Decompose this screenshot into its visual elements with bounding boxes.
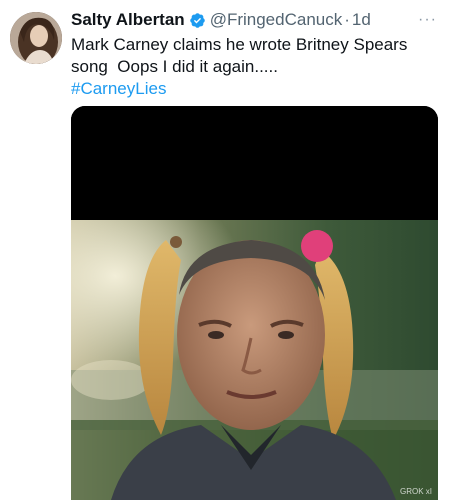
tweet-media[interactable]: GROK xI xyxy=(71,106,438,500)
author-name[interactable]: Salty Albertan xyxy=(71,10,185,30)
hashtag-link[interactable]: #CarneyLies xyxy=(71,78,436,100)
author-avatar[interactable] xyxy=(10,12,62,64)
media-letterbox xyxy=(71,106,438,220)
more-options-icon[interactable]: ··· xyxy=(418,10,437,30)
media-photo[interactable]: GROK xI xyxy=(71,220,438,500)
tweet-text: Mark Carney claims he wrote Britney Spea… xyxy=(71,34,436,100)
tweet-text-line-1: Mark Carney claims he wrote Britney Spea… xyxy=(71,35,408,54)
tweet-header: Salty Albertan @FringedCanuck · 1d ··· xyxy=(71,10,437,30)
image-watermark: GROK xI xyxy=(399,487,432,496)
verified-badge-icon xyxy=(189,12,206,29)
post-time[interactable]: 1d xyxy=(352,10,371,30)
tweet-text-line-2: song Oops I did it again..... xyxy=(71,57,278,76)
author-handle[interactable]: @FringedCanuck xyxy=(210,10,343,30)
separator-dot: · xyxy=(344,10,350,29)
avatar-image xyxy=(10,12,62,64)
portrait-image xyxy=(71,220,438,500)
